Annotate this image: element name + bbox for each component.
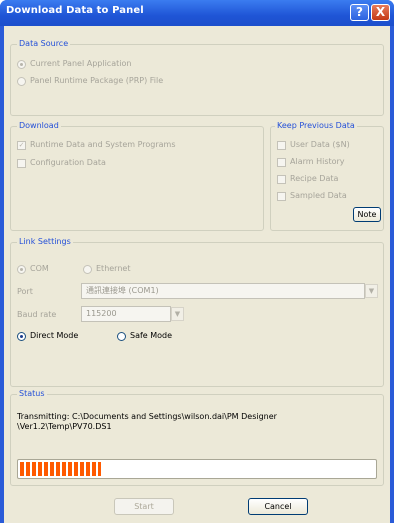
recipe-data-checkbox[interactable]: Recipe Data (277, 174, 338, 184)
user-data-checkbox[interactable]: User Data ($N) (277, 140, 350, 150)
cancel-button[interactable]: Cancel (248, 498, 308, 515)
current-panel-radio[interactable]: Current Panel Application (17, 59, 131, 69)
keep-previous-group: Keep Previous Data User Data ($N) Alarm … (270, 121, 384, 231)
recipe-data-label: Recipe Data (290, 174, 339, 183)
status-label: Status (17, 389, 47, 399)
link-settings-group: Link Settings COM Ethernet Port 通訊連接埠 (C… (10, 237, 384, 387)
status-message: Transmitting: C:\Documents and Settings\… (17, 412, 277, 431)
runtime-data-label: Runtime Data and System Programs (30, 140, 176, 149)
com-radio[interactable]: COM (17, 264, 49, 274)
dialog-body: Data Source Current Panel Application Pa… (4, 26, 390, 523)
data-source-group: Data Source Current Panel Application Pa… (10, 39, 384, 116)
prp-file-label: Panel Runtime Package (PRP) File (30, 76, 164, 85)
com-label: COM (30, 264, 49, 273)
baud-rate-select[interactable]: 115200 (81, 306, 171, 322)
radio-indicator (17, 76, 26, 86)
download-label: Download (17, 121, 61, 131)
checkbox-box (277, 191, 286, 201)
current-panel-label: Current Panel Application (30, 59, 132, 68)
safe-mode-label: Safe Mode (130, 331, 173, 340)
checkbox-box (277, 140, 286, 150)
note-button[interactable]: Note (353, 207, 381, 222)
port-label: Port (17, 287, 33, 296)
direct-mode-radio[interactable]: Direct Mode (17, 331, 78, 341)
radio-indicator (17, 264, 26, 274)
checkmark-icon: ✓ (17, 140, 26, 150)
checkbox-box (277, 174, 286, 184)
progress-fill (20, 462, 102, 476)
radio-indicator (83, 264, 92, 274)
baud-rate-label: Baud rate (17, 310, 57, 319)
sampled-data-checkbox[interactable]: Sampled Data (277, 191, 347, 201)
chevron-down-icon[interactable]: ▼ (365, 284, 378, 298)
ethernet-label: Ethernet (96, 264, 131, 273)
checkbox-box (277, 157, 286, 167)
radio-indicator (17, 59, 26, 69)
link-settings-label: Link Settings (17, 237, 73, 247)
chevron-down-icon[interactable]: ▼ (171, 307, 184, 321)
start-button[interactable]: Start (114, 498, 174, 515)
radio-indicator (17, 331, 26, 341)
runtime-data-checkbox[interactable]: ✓ Runtime Data and System Programs (17, 140, 176, 150)
user-data-label: User Data ($N) (290, 140, 350, 149)
checkbox-box (17, 158, 26, 168)
port-select[interactable]: 通訊連接埠 (COM1) (81, 283, 365, 299)
prp-file-radio[interactable]: Panel Runtime Package (PRP) File (17, 76, 163, 86)
window-title: Download Data to Panel (6, 5, 144, 16)
configuration-data-label: Configuration Data (30, 158, 106, 167)
data-source-label: Data Source (17, 39, 71, 49)
radio-indicator (117, 331, 126, 341)
dialog-window: Download Data to Panel ? X Data Source C… (0, 0, 394, 523)
status-group: Status Transmitting: C:\Documents and Se… (10, 389, 384, 486)
alarm-history-checkbox[interactable]: Alarm History (277, 157, 345, 167)
help-button[interactable]: ? (350, 4, 369, 21)
keep-previous-label: Keep Previous Data (275, 121, 357, 131)
progress-bar (17, 459, 377, 479)
title-bar[interactable]: Download Data to Panel ? X (0, 0, 394, 26)
close-button[interactable]: X (371, 4, 390, 21)
sampled-data-label: Sampled Data (290, 191, 347, 200)
ethernet-radio[interactable]: Ethernet (83, 264, 130, 274)
safe-mode-radio[interactable]: Safe Mode (117, 331, 172, 341)
direct-mode-label: Direct Mode (30, 331, 79, 340)
configuration-data-checkbox[interactable]: Configuration Data (17, 158, 106, 168)
alarm-history-label: Alarm History (290, 157, 345, 166)
download-group: Download ✓ Runtime Data and System Progr… (10, 121, 264, 231)
